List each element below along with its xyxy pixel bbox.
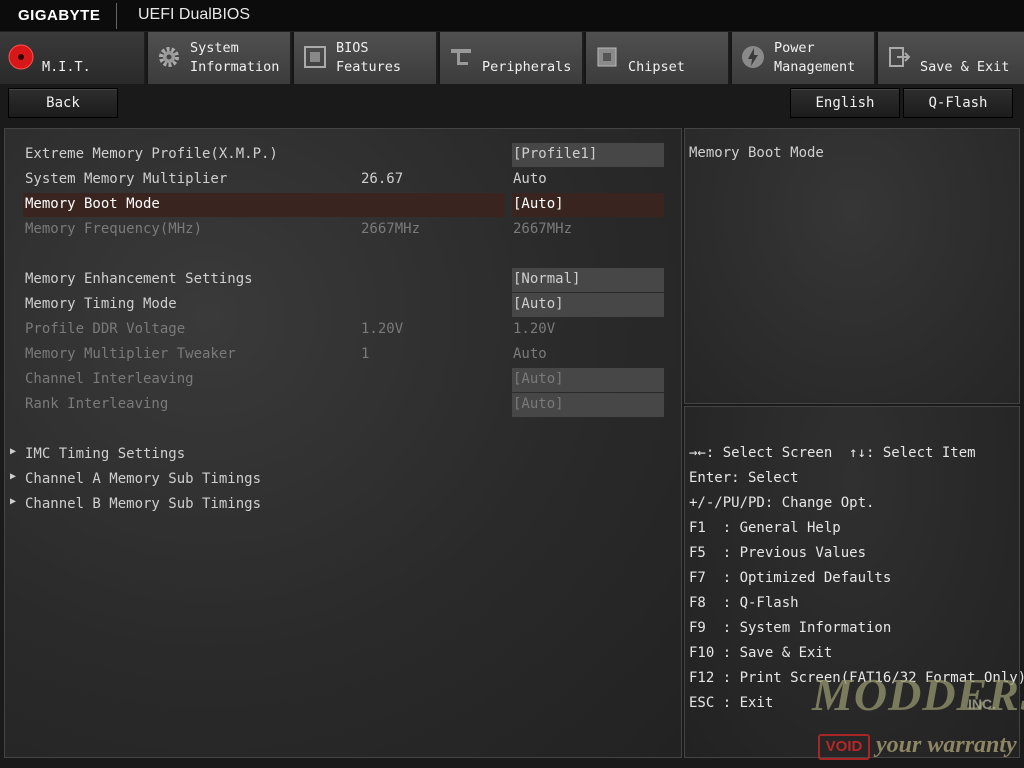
help-description: Memory Boot Mode	[689, 145, 824, 161]
setting-row-rank-interleaving: Rank Interleaving [Auto]	[5, 393, 683, 417]
setting-current-value: 26.67	[361, 171, 404, 187]
setting-label: Memory Frequency(MHz)	[25, 221, 203, 237]
tab-peripherals[interactable]: Peripherals	[440, 32, 584, 84]
key-hint: →←: Select Screen ↑↓: Select Item	[689, 445, 976, 461]
language-button[interactable]: English	[790, 88, 900, 118]
setting-row-multiplier-tweaker: Memory Multiplier Tweaker 1 Auto	[5, 343, 683, 367]
tab-chipset[interactable]: Chipset	[586, 32, 730, 84]
app-title: UEFI DualBIOS	[138, 6, 251, 23]
peripherals-icon	[451, 49, 471, 65]
tab-mit[interactable]: M.I.T.	[0, 32, 146, 84]
tab-label: Save & Exit	[920, 59, 1010, 75]
setting-value: 1.20V	[513, 321, 556, 337]
setting-row-channel-interleaving: Channel Interleaving [Auto]	[5, 368, 683, 392]
setting-value[interactable]: Auto	[513, 171, 547, 187]
key-hint: F7 : Optimized Defaults	[689, 570, 892, 586]
setting-label: Extreme Memory Profile(X.M.P.)	[25, 146, 278, 162]
help-panel: Memory Boot Mode	[684, 128, 1020, 404]
setting-value[interactable]: [Profile1]	[513, 146, 597, 162]
triangle-right-icon: ▶	[10, 446, 17, 457]
watermark-tagline: your warranty	[876, 732, 1017, 758]
submenu-channel-a-sub-timings[interactable]: ▶ Channel A Memory Sub Timings	[5, 468, 683, 492]
tab-bar: M.I.T. System Information BIOS Features …	[0, 32, 1024, 84]
key-hint: F1 : General Help	[689, 520, 841, 536]
key-hint: Enter: Select	[689, 470, 799, 486]
setting-row-memory-timing-mode[interactable]: Memory Timing Mode [Auto]	[5, 293, 683, 317]
power-icon	[742, 46, 764, 68]
chipset-icon	[597, 47, 617, 67]
key-hint: ESC : Exit	[689, 695, 774, 711]
setting-label: Channel Interleaving	[25, 371, 194, 387]
watermark-inc: INC.	[968, 696, 996, 712]
tab-label: Peripherals	[482, 59, 572, 75]
setting-row-memory-frequency: Memory Frequency(MHz) 2667MHz 2667MHz	[5, 218, 683, 242]
setting-label: Profile DDR Voltage	[25, 321, 186, 337]
mit-icon	[8, 44, 34, 70]
setting-current-value: 1	[361, 346, 370, 362]
gear-icon	[159, 47, 179, 67]
key-hint: F9 : System Information	[689, 620, 892, 636]
setting-value: Auto	[513, 346, 547, 362]
setting-current-value: 1.20V	[361, 321, 404, 337]
settings-panel: Extreme Memory Profile(X.M.P.) [Profile1…	[4, 128, 682, 758]
title-bar: GIGABYTE UEFI DualBIOS	[0, 0, 1024, 32]
tab-save-exit[interactable]: Save & Exit	[878, 32, 1024, 84]
setting-current-value: 2667MHz	[361, 221, 421, 237]
setting-row-profile-ddr-voltage: Profile DDR Voltage 1.20V 1.20V	[5, 318, 683, 342]
key-hint: +/-/PU/PD: Change Opt.	[689, 495, 875, 511]
setting-label: System Memory Multiplier	[25, 171, 228, 187]
setting-value[interactable]: [Auto]	[513, 196, 564, 212]
setting-label: Memory Timing Mode	[25, 296, 177, 312]
key-hint: F10 : Save & Exit	[689, 645, 833, 661]
setting-value[interactable]: [Auto]	[513, 296, 564, 312]
submenu-label: Channel B Memory Sub Timings	[25, 496, 262, 512]
setting-label: Memory Multiplier Tweaker	[25, 346, 236, 362]
tab-system-information[interactable]: System Information	[148, 32, 292, 84]
watermark-void-stamp: VOID	[818, 734, 870, 760]
tab-label: Chipset	[628, 59, 685, 75]
setting-row-xmp[interactable]: Extreme Memory Profile(X.M.P.) [Profile1…	[5, 143, 683, 167]
setting-value[interactable]: [Normal]	[513, 271, 580, 287]
setting-value: [Auto]	[513, 396, 564, 412]
watermark-logo: MODDERS	[812, 669, 1024, 720]
setting-row-memory-multiplier[interactable]: System Memory Multiplier 26.67 Auto	[5, 168, 683, 192]
exit-icon	[889, 47, 911, 67]
tab-label: BIOS Features	[336, 40, 402, 75]
key-hint: F5 : Previous Values	[689, 545, 867, 561]
submenu-channel-b-sub-timings[interactable]: ▶ Channel B Memory Sub Timings	[5, 493, 683, 517]
setting-row-memory-enhancement[interactable]: Memory Enhancement Settings [Normal]	[5, 268, 683, 292]
setting-label: Memory Boot Mode	[25, 196, 160, 212]
tab-label: System Information	[190, 40, 280, 75]
title-divider	[116, 3, 117, 29]
bios-icon	[304, 46, 326, 68]
setting-label: Memory Enhancement Settings	[25, 271, 253, 287]
submenu-imc-timing[interactable]: ▶ IMC Timing Settings	[5, 443, 683, 467]
setting-row-memory-boot-mode[interactable]: Memory Boot Mode [Auto]	[5, 193, 683, 217]
tab-power-management[interactable]: Power Management	[732, 32, 876, 84]
setting-value: [Auto]	[513, 371, 564, 387]
submenu-label: IMC Timing Settings	[25, 446, 186, 462]
back-button[interactable]: Back	[8, 88, 118, 118]
tab-bios-features[interactable]: BIOS Features	[294, 32, 438, 84]
submenu-label: Channel A Memory Sub Timings	[25, 471, 262, 487]
triangle-right-icon: ▶	[10, 471, 17, 482]
key-hint: F8 : Q-Flash	[689, 595, 799, 611]
brand-logo: GIGABYTE	[18, 7, 101, 24]
triangle-right-icon: ▶	[10, 496, 17, 507]
tab-label: Power Management	[774, 40, 856, 75]
setting-label: Rank Interleaving	[25, 396, 169, 412]
tab-label: M.I.T.	[42, 59, 91, 75]
setting-value: 2667MHz	[513, 221, 573, 237]
qflash-button[interactable]: Q-Flash	[903, 88, 1013, 118]
